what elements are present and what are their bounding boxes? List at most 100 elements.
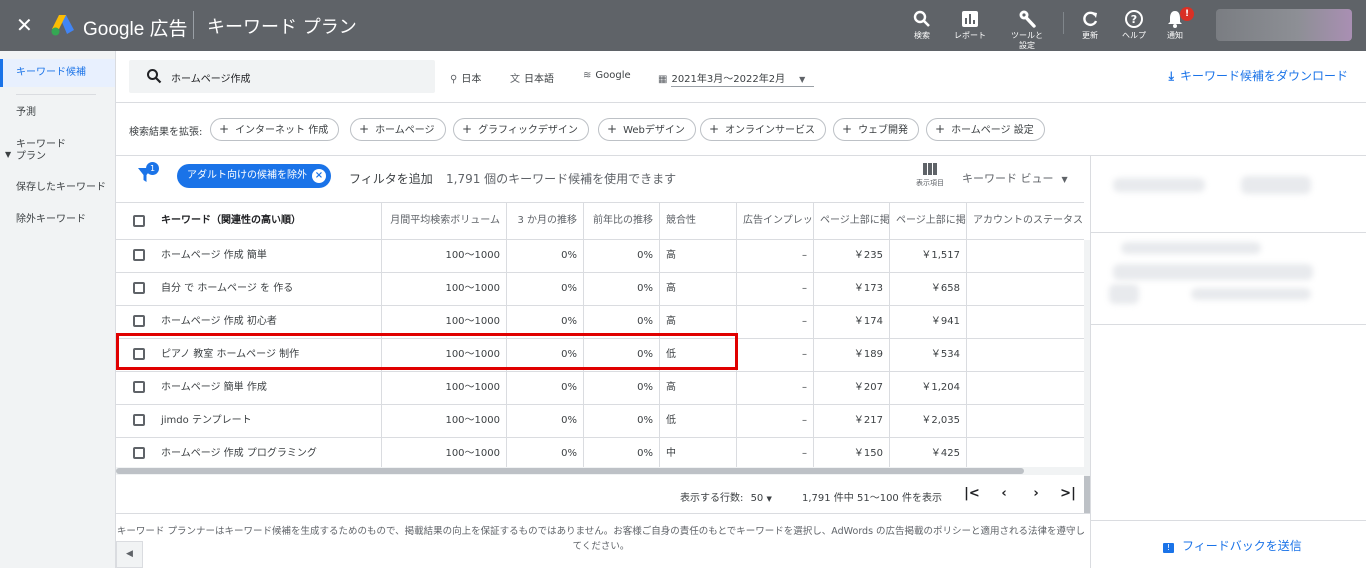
- suggestion-pill[interactable]: + ウェブ開発: [833, 118, 920, 141]
- active-filter-label: アダルト向けの候補を除外: [187, 170, 307, 181]
- expand-caret-icon[interactable]: ▼: [5, 150, 11, 159]
- broaden-label: 検索結果を拡張:: [129, 127, 203, 138]
- col-competition[interactable]: 競合性: [659, 203, 736, 239]
- download-label: キーワード候補をダウンロード: [1179, 69, 1348, 83]
- pill-label: ウェブ開発: [858, 125, 909, 136]
- download-keywords-link[interactable]: ⤓ キーワード候補をダウンロード: [1169, 67, 1348, 84]
- location-selector[interactable]: ⚲ 日本: [450, 70, 481, 85]
- cell-yoy-change: 0%: [583, 438, 659, 470]
- notifications-button[interactable]: ! 通知: [1147, 7, 1203, 41]
- cell-top-bid-high: ￥534: [889, 339, 966, 371]
- col-three-month-change[interactable]: 3 か月の推移: [506, 203, 583, 239]
- pill-label: ホームページ: [375, 125, 435, 136]
- cell-top-bid-low: ￥173: [813, 273, 889, 305]
- page-range: 1,791 件中 51～100 件を表示: [802, 493, 942, 504]
- help-label: ヘルプ: [1122, 31, 1146, 40]
- columns-icon: [923, 163, 937, 175]
- next-page-button[interactable]: ›: [1026, 484, 1046, 504]
- col-top-bid-low[interactable]: ページ上部に掲: [813, 203, 889, 239]
- cell-ad-impression-share: –: [736, 372, 813, 404]
- plus-icon: +: [607, 122, 618, 136]
- cell-keyword: ホームページ 簡単 作成: [161, 382, 267, 393]
- table-row[interactable]: 自分 で ホームページ を 作る 100～1000 0% 0% 高 – ￥173 ￥658: [116, 273, 1084, 306]
- suggestion-pill[interactable]: + ホームページ: [350, 118, 446, 141]
- filter-count-badge: 1: [146, 162, 159, 175]
- language-selector[interactable]: 文日本語: [510, 70, 554, 85]
- horizontal-scrollbar[interactable]: [116, 467, 1090, 475]
- plus-icon: +: [935, 122, 946, 136]
- cell-yoy-change: 0%: [583, 273, 659, 305]
- reports-button[interactable]: レポート: [942, 9, 998, 41]
- pill-label: Webデザイン: [623, 125, 685, 136]
- close-icon[interactable]: ✕: [16, 14, 33, 36]
- cell-account-status: [966, 372, 1084, 404]
- network-selector[interactable]: ≋ Google: [583, 70, 631, 81]
- pill-label: ホームページ 設定: [951, 125, 1034, 136]
- col-account-status[interactable]: アカウントのステータス: [966, 203, 1084, 239]
- date-range-value: 2021年3月～2022年2月: [671, 74, 786, 85]
- last-page-button[interactable]: >|: [1058, 484, 1078, 504]
- top-app-bar: ✕ Google 広告 キーワード プラン 検索 レポート ツールと設定 更新 …: [0, 0, 1366, 51]
- send-feedback-link[interactable]: ! フィードバックを送信: [1163, 537, 1302, 554]
- language-value: 日本語: [524, 74, 554, 85]
- cell-three-month-change: 0%: [506, 405, 583, 437]
- cell-top-bid-low: ￥174: [813, 306, 889, 338]
- prev-page-button[interactable]: ‹: [994, 484, 1014, 504]
- first-page-button[interactable]: |<: [962, 484, 982, 504]
- suggestion-pill[interactable]: + ホームページ 設定: [926, 118, 1045, 141]
- rows-per-page-select[interactable]: 50 ▼: [751, 493, 772, 504]
- keyword-search-input[interactable]: ホームページ作成: [129, 60, 435, 93]
- cell-account-status: [966, 405, 1084, 437]
- search-icon: [913, 10, 930, 27]
- calendar-icon: ▦: [658, 74, 668, 85]
- cell-top-bid-high: ￥1,517: [889, 240, 966, 272]
- sidebar-item-keyword-ideas[interactable]: キーワード候補: [16, 67, 86, 79]
- col-top-bid-high[interactable]: ページ上部に掲: [889, 203, 966, 239]
- suggestion-pill[interactable]: + Webデザイン: [598, 118, 696, 141]
- cell-three-month-change: 0%: [506, 273, 583, 305]
- col-avg-monthly-searches[interactable]: 月間平均検索ボリューム: [381, 203, 506, 239]
- blurred-content: [1241, 176, 1311, 194]
- cell-competition: 高: [659, 273, 736, 305]
- cell-keyword: 自分 で ホームページ を 作る: [161, 283, 294, 294]
- columns-button[interactable]: 表示項目: [912, 162, 948, 188]
- col-keyword[interactable]: キーワード（関連性の高い順）: [116, 203, 381, 239]
- active-filter-chip[interactable]: アダルト向けの候補を除外 ×: [177, 164, 331, 188]
- col-ad-impression-share[interactable]: 広告インプレッ: [736, 203, 813, 239]
- chevron-down-icon: ▼: [799, 75, 806, 84]
- sidebar-item-saved-keywords[interactable]: 保存したキーワード: [16, 182, 106, 194]
- horizontal-scroll-thumb[interactable]: [116, 468, 1024, 474]
- sidebar-item-forecasts[interactable]: 予測: [16, 107, 36, 119]
- page-title: キーワード プラン: [207, 17, 357, 38]
- sidebar-item-negative-keywords[interactable]: 除外キーワード: [16, 214, 86, 226]
- col-yoy-change[interactable]: 前年比の推移: [583, 203, 659, 239]
- add-filter-button[interactable]: フィルタを追加: [349, 170, 433, 187]
- table-row[interactable]: ホームページ 作成 簡単 100～1000 0% 0% 高 – ￥235 ￥1,517: [116, 240, 1084, 273]
- feedback-icon: !: [1163, 543, 1174, 553]
- remove-filter-icon[interactable]: ×: [312, 169, 326, 183]
- cell-ad-impression-share: –: [736, 273, 813, 305]
- cell-competition: 中: [659, 438, 736, 470]
- cell-top-bid-high: ￥2,035: [889, 405, 966, 437]
- suggestion-pill[interactable]: + オンラインサービス: [700, 118, 827, 141]
- collapse-left-button[interactable]: ◀: [116, 541, 143, 568]
- view-selector[interactable]: キーワード ビュー ▼: [962, 170, 1068, 186]
- cell-account-status: [966, 240, 1084, 272]
- feedback-label: フィードバックを送信: [1182, 539, 1302, 553]
- table-row[interactable]: jimdo テンプレート 100～1000 0% 0% 低 – ￥217 ￥2,035: [116, 405, 1084, 438]
- suggestion-pill[interactable]: + インターネット 作成: [210, 118, 340, 141]
- suggestion-pill[interactable]: + グラフィックデザイン: [453, 118, 589, 141]
- tools-settings-button[interactable]: ツールと設定: [999, 9, 1055, 51]
- wrench-icon: [1019, 10, 1036, 28]
- download-icon: ⤓: [1168, 69, 1174, 83]
- cell-avg-monthly-searches: 100～1000: [381, 273, 506, 305]
- view-label: キーワード ビュー: [962, 172, 1054, 185]
- table-row[interactable]: ホームページ 簡単 作成 100～1000 0% 0% 高 – ￥207 ￥1,204: [116, 372, 1084, 405]
- account-switcher[interactable]: [1216, 9, 1352, 41]
- tools-settings-label: ツールと設定: [1011, 31, 1043, 50]
- chevron-down-icon: ▼: [766, 495, 772, 503]
- date-range-selector[interactable]: ▦ 2021年3月～2022年2月 ▼: [658, 70, 805, 85]
- sidebar-item-keyword-plans[interactable]: キーワード プラン: [16, 139, 66, 163]
- blurred-content: [1191, 288, 1311, 300]
- cell-top-bid-high: ￥425: [889, 438, 966, 470]
